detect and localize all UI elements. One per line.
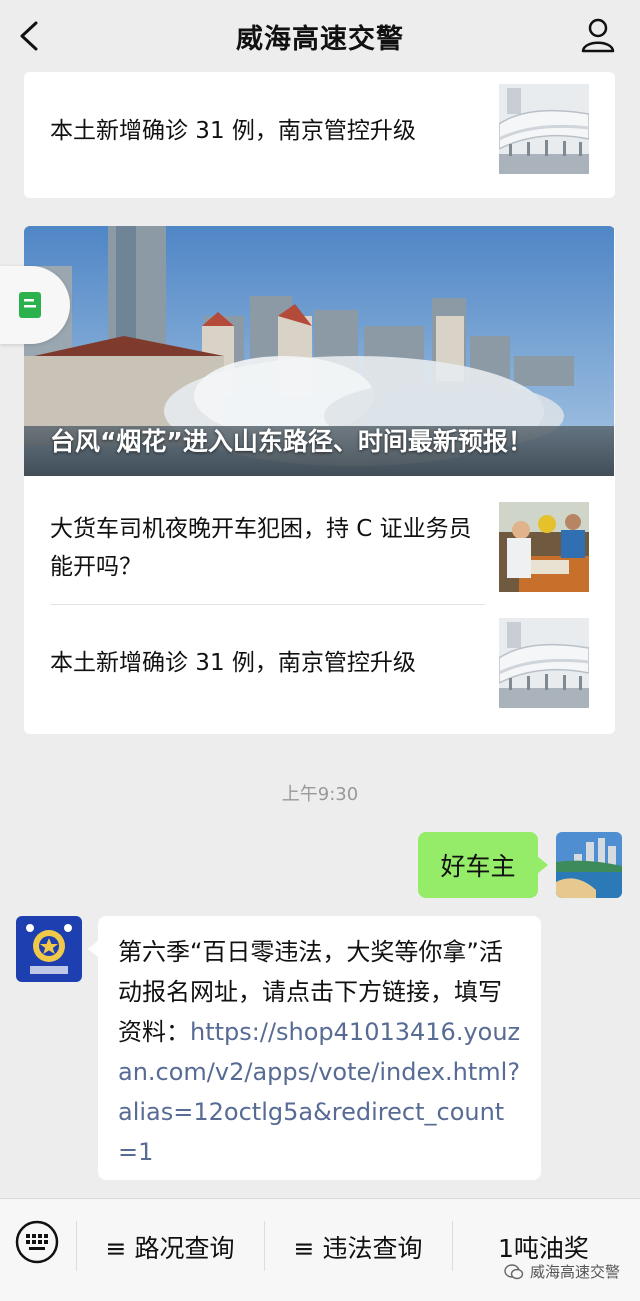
source-watermark: 威海高速交警	[504, 1261, 620, 1282]
hero-banner[interactable]: 台风“烟花”进入山东路径、时间最新预报！	[24, 226, 614, 476]
news-title: 本土新增确诊 31 例，南京管控升级	[50, 118, 416, 144]
news-item[interactable]: 本土新增确诊 31 例，南京管控升级	[24, 606, 615, 734]
news-item[interactable]: 本土新增确诊 31 例，南京管控升级	[24, 72, 615, 198]
page-title: 威海高速交警	[236, 23, 404, 55]
outgoing-message[interactable]: 好车主	[418, 832, 548, 898]
menu-road-status[interactable]: ≡ 路况查询	[76, 1199, 264, 1295]
watermark-text: 威海高速交警	[529, 1263, 620, 1281]
item-divider	[50, 604, 485, 605]
menu-violation-query[interactable]: ≡ 违法查询	[264, 1199, 452, 1295]
hero-title: 台风“烟花”进入山东路径、时间最新预报！	[50, 427, 533, 456]
news-card-top[interactable]: 本土新增确诊 31 例，南京管控升级	[24, 72, 615, 198]
user-avatar[interactable]	[556, 832, 622, 898]
profile-icon[interactable]	[580, 16, 616, 54]
news-card-main[interactable]: 台风“烟花”进入山东路径、时间最新预报！ 大货车司机夜晚开车犯困，持 C 证业务…	[24, 226, 615, 734]
news-title: 大货车司机夜晚开车犯困，持 C 证业务员能开吗？	[50, 516, 472, 580]
keyboard-icon[interactable]	[15, 1220, 59, 1264]
news-item[interactable]: 大货车司机夜晚开车犯困，持 C 证业务员能开吗？	[24, 476, 615, 604]
top-bar: 威海高速交警	[0, 0, 640, 72]
news-thumbnail	[499, 502, 589, 592]
back-arrow-icon[interactable]	[14, 18, 46, 54]
incoming-message: 第六季“百日零违法，大奖等你拿”活动报名网址，请点击下方链接，填写资料：http…	[88, 916, 541, 1180]
bottom-menu-bar: ≡ 路况查询 ≡ 违法查询 1吨油奖	[0, 1198, 640, 1301]
message-timestamp: 上午9:30	[281, 784, 359, 805]
news-title: 本土新增确诊 31 例，南京管控升级	[50, 650, 416, 676]
official-account-avatar[interactable]	[16, 916, 82, 982]
news-thumbnail	[499, 618, 589, 708]
wechat-icon	[504, 1263, 524, 1279]
outgoing-message-text: 好车主	[440, 852, 516, 881]
note-icon	[19, 292, 41, 318]
news-thumbnail	[499, 84, 589, 174]
